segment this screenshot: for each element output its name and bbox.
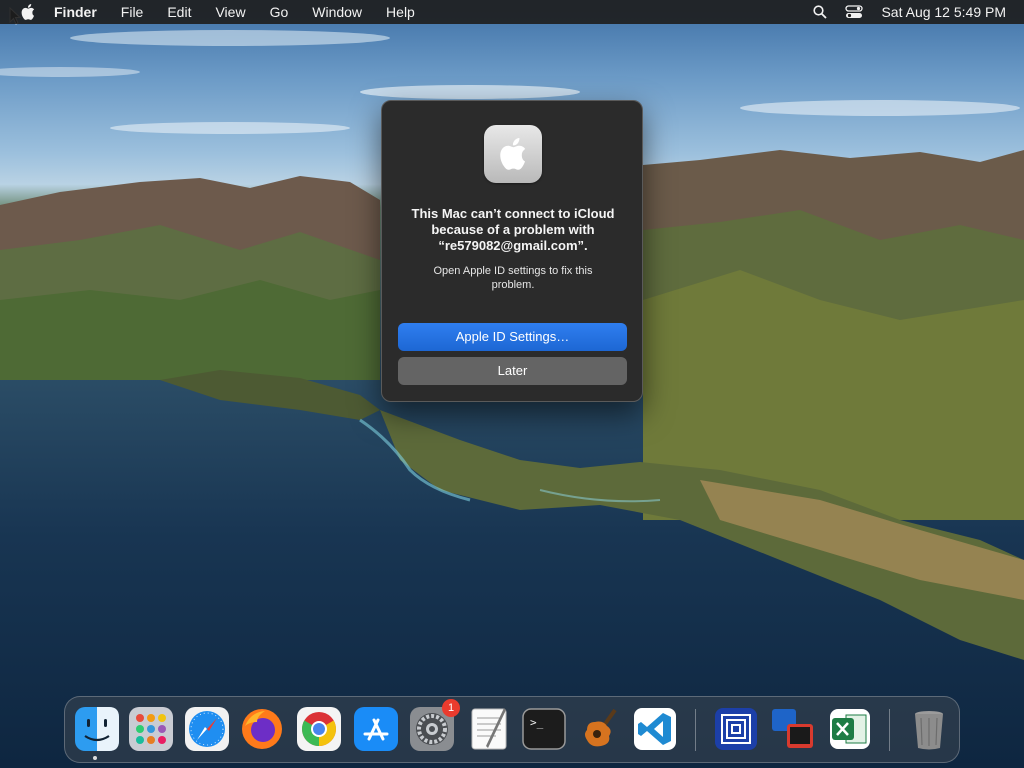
chrome-icon[interactable]: [295, 705, 343, 753]
search-icon[interactable]: [807, 0, 833, 24]
menu-view[interactable]: View: [203, 0, 257, 24]
launchpad-icon[interactable]: [127, 705, 175, 753]
vscode-icon[interactable]: [631, 705, 679, 753]
terminal-icon[interactable]: >_: [520, 705, 568, 753]
apple-id-settings-button[interactable]: Apple ID Settings…: [398, 323, 627, 351]
dock-separator-trash: [889, 709, 890, 751]
notification-badge: 1: [442, 699, 460, 717]
remote-desktop-icon[interactable]: [768, 705, 816, 753]
menu-bar: Finder File Edit View Go Window Help Sat…: [0, 0, 1024, 24]
excel-icon[interactable]: [825, 705, 873, 753]
dialog-message: Open Apple ID settings to fix this probl…: [433, 265, 593, 291]
firefox-icon[interactable]: [238, 705, 286, 753]
menu-file[interactable]: File: [109, 0, 156, 24]
system-preferences-icon[interactable]: 1: [408, 699, 460, 753]
finder-icon[interactable]: [73, 705, 121, 753]
textedit-icon[interactable]: [465, 705, 513, 753]
safari-icon[interactable]: [183, 705, 231, 753]
later-button[interactable]: Later: [398, 357, 627, 385]
menu-window[interactable]: Window: [300, 0, 374, 24]
icloud-alert-dialog: This Mac can’t connect to iCloud because…: [381, 100, 643, 402]
garageband-icon[interactable]: [576, 705, 624, 753]
menubar-clock[interactable]: Sat Aug 12 5:49 PM: [881, 4, 1006, 20]
dock-separator: [695, 709, 696, 751]
screen-app-icon[interactable]: [712, 705, 760, 753]
trash-icon[interactable]: [905, 705, 953, 753]
menu-help[interactable]: Help: [374, 0, 427, 24]
control-center-icon[interactable]: [841, 0, 867, 24]
menu-go[interactable]: Go: [258, 0, 301, 24]
menu-edit[interactable]: Edit: [155, 0, 203, 24]
app-store-icon[interactable]: [352, 705, 400, 753]
finder-running-indicator: [93, 756, 97, 760]
dialog-title: This Mac can’t connect to iCloud because…: [411, 206, 615, 253]
apple-logo-icon[interactable]: [16, 0, 40, 24]
dock: 1 >_: [64, 696, 960, 763]
apple-id-icon: [484, 125, 542, 183]
terminal-prompt: >_: [530, 716, 544, 729]
menu-app-name[interactable]: Finder: [40, 0, 109, 24]
